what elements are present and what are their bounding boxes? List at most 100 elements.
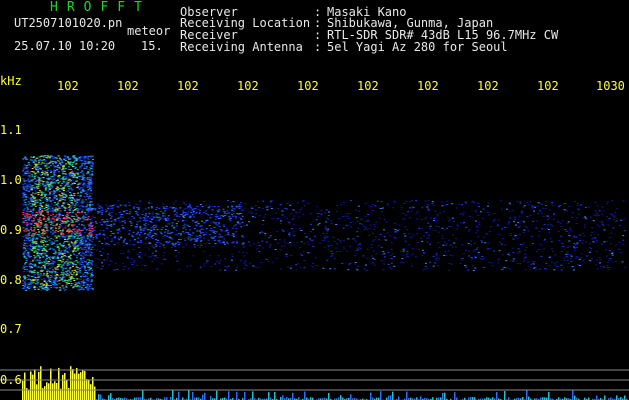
spectrogram-pixel [143, 218, 146, 220]
spectrogram-pixel [367, 213, 370, 215]
spectrogram-pixel [501, 268, 504, 270]
spectrogram-pixel [509, 218, 512, 220]
spectrogram-pixel [62, 249, 65, 251]
spectrogram-pixel [607, 224, 610, 226]
spectrogram-pixel [556, 261, 559, 263]
spectrogram-pixel [51, 200, 54, 202]
spectrogram-pixel [135, 223, 138, 225]
spectrogram-pixel [263, 216, 266, 218]
spectrogram-pixel [59, 164, 62, 166]
spectrogram-pixel [168, 223, 171, 225]
spectrogram-pixel [44, 205, 47, 207]
spectrogram-pixel [219, 242, 222, 244]
spectrogram-pixel [113, 223, 116, 225]
spectrogram-pixel [53, 219, 56, 221]
spectrogram-pixel [225, 213, 228, 215]
spectrogram-pixel [43, 285, 46, 287]
spectrogram-pixel [225, 234, 228, 236]
spectrogram-pixel [69, 267, 72, 269]
spectrogram-pixel [42, 274, 45, 276]
spectrogram-pixel [57, 174, 60, 176]
spectrogram-pixel [426, 241, 429, 243]
spectrogram-pixel [143, 224, 146, 226]
spectrogram-pixel [25, 180, 28, 182]
spectrogram-pixel [210, 230, 213, 232]
spectrogram-pixel [568, 232, 571, 234]
spectrogram-pixel [139, 217, 142, 219]
spectrogram-pixel [86, 202, 89, 204]
spectrogram-pixel [47, 275, 50, 277]
spectrogram-pixel [308, 252, 311, 254]
spectrogram-pixel [488, 231, 491, 233]
spectrogram-pixel [537, 249, 540, 251]
spectrogram-pixel [354, 209, 357, 211]
spectrogram-pixel [158, 220, 161, 222]
spectrogram-pixel [570, 255, 573, 257]
spectrogram-pixel [26, 207, 29, 209]
spectrogram-pixel [34, 288, 37, 290]
spectrogram-pixel [55, 188, 58, 190]
spectrogram-pixel [516, 263, 519, 265]
spectrogram-pixel [57, 163, 60, 165]
spectrogram-pixel [58, 236, 61, 238]
spectrogram-pixel [23, 200, 26, 202]
spectrogram-pixel [28, 263, 31, 265]
spectrogram-pixel [350, 394, 352, 400]
spectrogram-pixel [26, 165, 29, 167]
spectrogram-pixel [63, 164, 66, 166]
spectrogram-pixel [66, 214, 69, 216]
spectrogram-pixel [56, 280, 59, 282]
spectrogram-pixel [209, 217, 212, 219]
spectrogram-pixel [91, 230, 94, 232]
spectrogram-pixel [292, 392, 294, 400]
spectrogram-pixel [516, 252, 519, 254]
spectrogram-pixel [67, 203, 70, 205]
spectrogram-pixel [82, 191, 85, 193]
spectrogram-pixel [396, 230, 399, 232]
spectrogram-pixel [25, 158, 28, 160]
spectrogram-pixel [526, 227, 529, 229]
spectrogram-pixel [90, 234, 93, 236]
capture-datetime: 25.07.10 10:20 [14, 39, 116, 53]
spectrogram-pixel [152, 227, 155, 229]
spectrogram-pixel [32, 217, 35, 219]
spectrogram-pixel [257, 242, 260, 244]
spectrogram-pixel [32, 199, 35, 201]
spectrogram-pixel [188, 226, 191, 228]
spectrogram-pixel [91, 204, 94, 206]
spectrogram-pixel [90, 384, 92, 400]
spectrogram-pixel [22, 222, 25, 224]
spectrogram-pixel [277, 208, 280, 210]
spectrogram-pixel [84, 251, 87, 253]
spectrogram-pixel [356, 235, 359, 237]
spectrogram-pixel [173, 210, 176, 212]
spectrogram-pixel [87, 248, 90, 250]
spectrogram-pixel [23, 251, 26, 253]
spectrogram-pixel [154, 255, 157, 257]
spectrogram-pixel [36, 253, 39, 255]
spectrogram-pixel [32, 221, 35, 223]
spectrogram-pixel [29, 228, 32, 230]
spectrogram-pixel [266, 206, 269, 208]
spectrogram-pixel [69, 254, 72, 256]
spectrogram-pixel [25, 219, 28, 221]
spectrogram-pixel [31, 234, 34, 236]
spectrogram-pixel [24, 156, 27, 158]
spectrogram-pixel [200, 220, 203, 222]
spectrogram-pixel [524, 256, 527, 258]
spectrogram-pixel [76, 208, 79, 210]
spectrogram-pixel [102, 248, 105, 250]
spectrogram-pixel [53, 176, 56, 178]
spectrogram-pixel [48, 248, 51, 250]
spectrogram-pixel [40, 267, 43, 269]
spectrogram-pixel [68, 209, 71, 211]
spectrogram-pixel [537, 235, 540, 237]
spectrogram-pixel [124, 204, 127, 206]
spectrogram-pixel [527, 204, 530, 206]
spectrogram-pixel [168, 240, 171, 242]
spectrogram-pixel [90, 262, 93, 264]
spectrogram-pixel [78, 157, 81, 159]
spectrogram-pixel [374, 205, 377, 207]
spectrogram-pixel [567, 263, 570, 265]
spectrogram-pixel [44, 182, 47, 184]
